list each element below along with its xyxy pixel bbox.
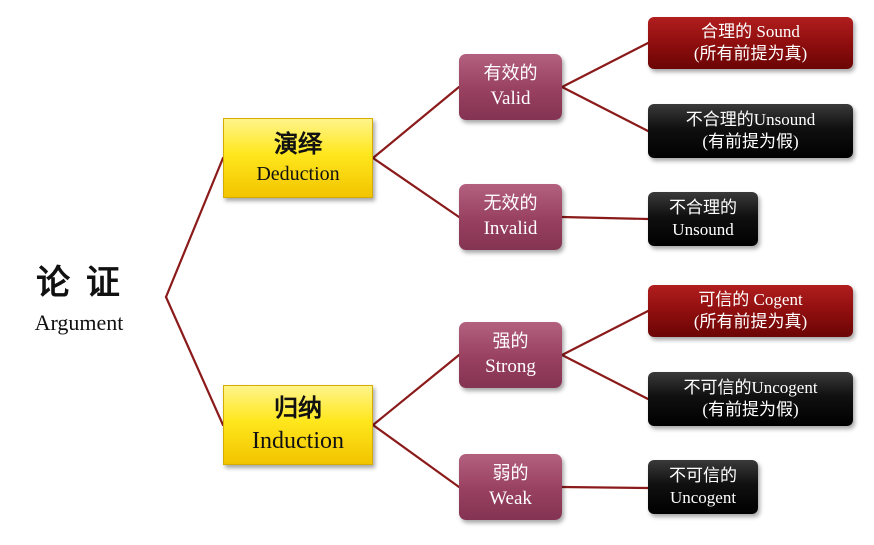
unsound-invalid-label-zh: 不合理的 xyxy=(669,197,737,217)
connector-weak-uncogent xyxy=(560,485,650,490)
valid-label-en: Valid xyxy=(490,87,531,109)
unsound-invalid-box: 不合理的 Unsound xyxy=(648,192,758,246)
unsound-invalid-label-en: Unsound xyxy=(672,220,734,239)
argument-title-en: Argument xyxy=(34,310,124,336)
cogent-note: (所有前提为真) xyxy=(693,312,808,331)
invalid-box: 无效的 Invalid xyxy=(459,184,562,250)
unsound-valid-note: (有前提为假) xyxy=(702,132,799,151)
connector-invalid-unsound xyxy=(560,215,650,221)
uncogent-weak-label-en: Uncogent xyxy=(669,488,737,507)
connector-induction-strong xyxy=(371,353,461,427)
uncogent-strong-note: (有前提为假) xyxy=(702,400,799,419)
connector-deduction-valid xyxy=(371,85,461,160)
weak-label-en: Weak xyxy=(489,487,532,509)
valid-box: 有效的 Valid xyxy=(459,54,562,120)
weak-label-zh: 弱的 xyxy=(492,463,529,485)
uncogent-strong-label: 不可信的Uncogent xyxy=(683,377,818,397)
connector-induction-weak xyxy=(371,423,461,489)
unsound-valid-box: 不合理的Unsound (有前提为假) xyxy=(648,104,853,158)
cogent-label: 可信的 Cogent xyxy=(698,289,803,309)
connector-valid-sound xyxy=(560,41,650,89)
connector-argument-induction xyxy=(164,295,225,427)
induction-box: 归纳 Induction xyxy=(223,385,373,465)
connector-strong-cogent xyxy=(560,309,650,357)
uncogent-strong-box: 不可信的Uncogent (有前提为假) xyxy=(648,372,853,426)
valid-label-zh: 有效的 xyxy=(483,63,538,85)
cogent-box: 可信的 Cogent (所有前提为真) xyxy=(648,285,853,337)
deduction-box: 演绎 Deduction xyxy=(223,118,373,198)
strong-box: 强的 Strong xyxy=(459,322,562,388)
argument-title-zh: 论 证 xyxy=(36,263,122,304)
induction-label-en: Induction xyxy=(252,428,344,454)
deduction-label-zh: 演绎 xyxy=(274,129,322,158)
uncogent-weak-box: 不可信的 Uncogent xyxy=(648,460,758,514)
strong-label-en: Strong xyxy=(485,355,536,377)
connector-deduction-invalid xyxy=(371,156,461,219)
deduction-label-en: Deduction xyxy=(256,163,340,186)
sound-box: 合理的 Sound (所有前提为真) xyxy=(648,17,853,69)
weak-box: 弱的 Weak xyxy=(459,454,562,520)
connector-argument-deduction xyxy=(164,156,225,299)
argument-node: 论 证 Argument xyxy=(8,255,150,345)
sound-label: 合理的 Sound xyxy=(701,21,800,41)
uncogent-weak-label-zh: 不可信的 xyxy=(669,465,737,485)
unsound-valid-label: 不合理的Unsound xyxy=(685,109,816,129)
connector-valid-unsound xyxy=(560,85,650,133)
invalid-label-en: Invalid xyxy=(483,217,538,239)
strong-label-zh: 强的 xyxy=(492,331,529,353)
sound-note: (所有前提为真) xyxy=(693,44,808,63)
invalid-label-zh: 无效的 xyxy=(483,193,538,215)
connector-strong-uncogent xyxy=(560,353,650,401)
induction-label-zh: 归纳 xyxy=(274,394,322,423)
